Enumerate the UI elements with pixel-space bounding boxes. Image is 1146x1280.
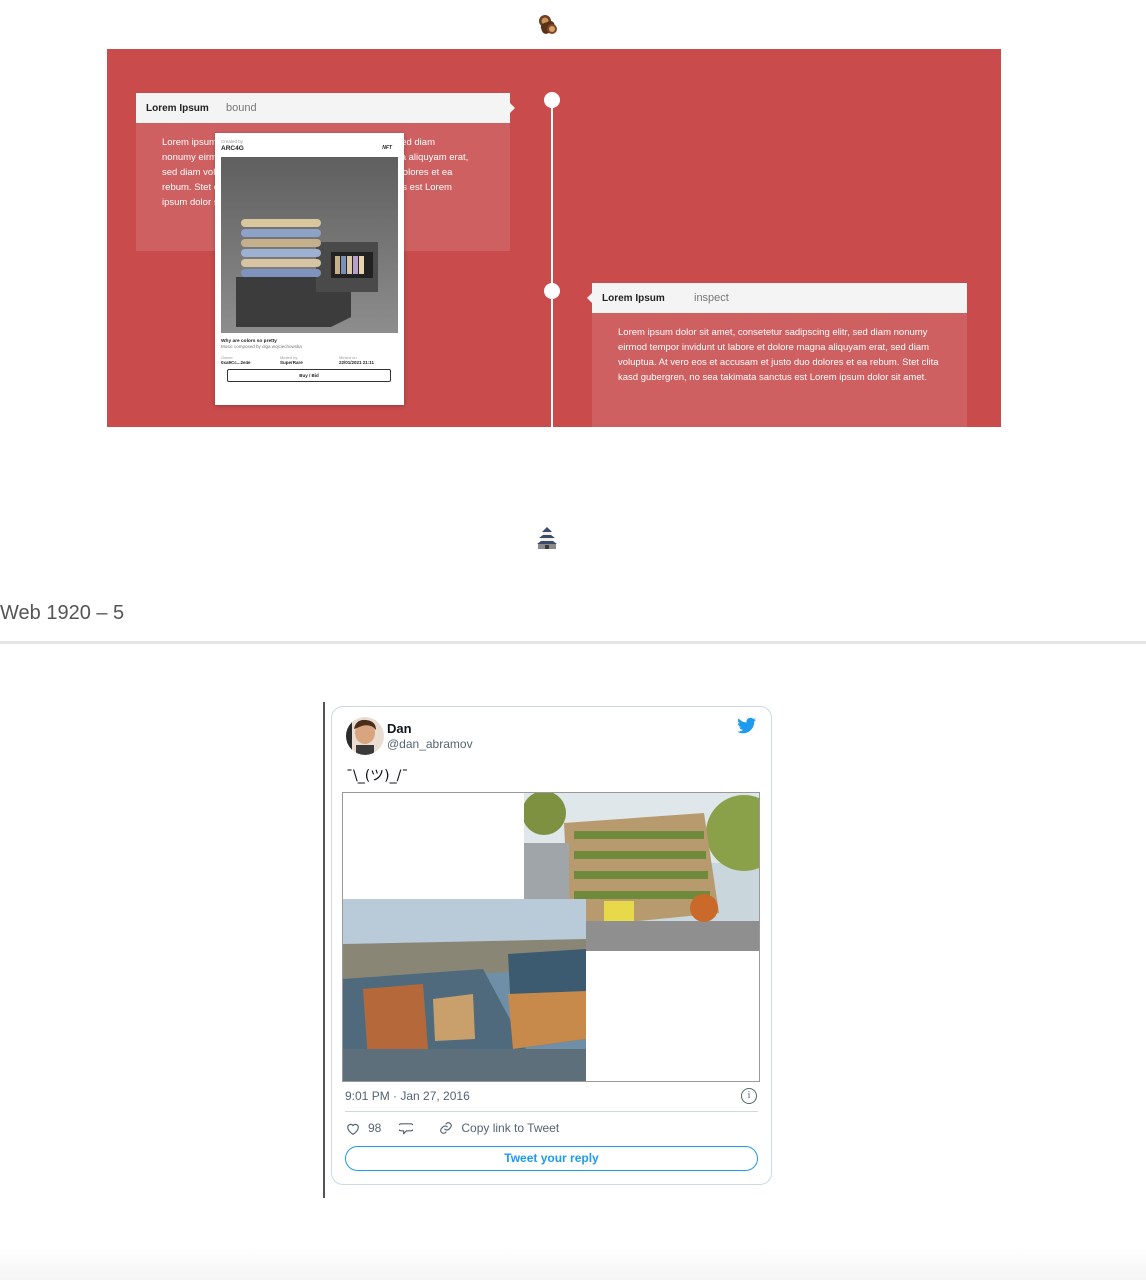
nft-artwork-image (221, 157, 398, 333)
reply-button[interactable] (399, 1122, 421, 1135)
tweet-author-name[interactable]: Dan (387, 721, 412, 736)
heart-icon (347, 1123, 359, 1135)
tweet-text: ¯\_(ツ)_/¯ (346, 768, 409, 784)
nft-created-label: Created by (221, 139, 244, 144)
timeline-card-title: Lorem Ipsum (146, 102, 209, 114)
tweet-reply-button[interactable]: Tweet your reply (345, 1146, 758, 1171)
nft-meta: Owner 0xa9Cc...2e4e Minted by SuperRare Mi… (221, 355, 398, 365)
avatar[interactable] (346, 717, 384, 755)
timeline-line (551, 99, 553, 427)
timeline-card-right: Lorem Ipsum inspect Lorem ipsum dolor si… (587, 283, 967, 427)
timeline-card-tag: inspect (694, 292, 729, 304)
pointer-arrow (510, 103, 515, 113)
minted-by-value: SuperRare (280, 360, 303, 365)
vertical-rule (323, 702, 325, 1198)
copy-link-label: Copy link to Tweet (461, 1121, 560, 1135)
nft-description: Music composed by olga wojciechowska (221, 344, 302, 349)
pointer-arrow (587, 293, 592, 303)
footer-band (0, 1248, 1146, 1280)
tweet-timestamp[interactable]: 9:01 PM · Jan 27, 2016 (345, 1089, 470, 1103)
timeline-card-title: Lorem Ipsum (602, 292, 665, 304)
like-count: 98 (368, 1121, 382, 1135)
copy-link-button[interactable]: Copy link to Tweet (439, 1121, 559, 1135)
nft-creator: ARC4G (221, 145, 244, 152)
timeline-card-tag: bound (226, 102, 257, 114)
timeline-card-header: Lorem Ipsum bound (136, 93, 515, 123)
minted-on-value: 22/01/2021 21:11 (339, 360, 375, 365)
frame-title: Web 1920 – 5 (0, 602, 125, 624)
divider (0, 641, 1146, 644)
like-button[interactable]: 98 (346, 1121, 381, 1135)
nft-badge: NFT (382, 145, 392, 151)
tweet-author-handle[interactable]: @dan_abramov (387, 737, 473, 751)
nft-card[interactable]: Created by ARC4G NFT Why are colors so p… (215, 133, 404, 405)
timeline-dot[interactable] (544, 283, 560, 299)
timeline-card-body: Lorem ipsum dolor sit amet, consetetur s… (592, 313, 967, 427)
owner-value: 0xa9Cc...2e4e (221, 360, 251, 365)
tweet-card[interactable]: Dan @dan_abramov ¯\_(ツ)_/¯ 9:01 PM · Jan… (331, 706, 772, 1185)
wood-log-icon (536, 12, 560, 38)
timeline-card-header: Lorem Ipsum inspect (587, 283, 967, 313)
twitter-bird-icon[interactable] (737, 717, 757, 735)
tweet-actions: 98 Copy link to Tweet (346, 1121, 577, 1135)
buy-bid-button[interactable]: Buy / Bid (227, 369, 391, 382)
info-icon[interactable]: i (741, 1088, 757, 1104)
tweet-media[interactable] (342, 792, 760, 1082)
divider (345, 1111, 758, 1112)
timeline-panel: Lorem Ipsum bound Lorem ipsum dolor sit … (107, 49, 1001, 427)
link-icon (440, 1122, 453, 1134)
comment-icon (399, 1122, 414, 1134)
harbor-photo[interactable] (343, 899, 586, 1081)
japanese-castle-icon (535, 526, 559, 550)
timeline-dot[interactable] (544, 92, 560, 108)
